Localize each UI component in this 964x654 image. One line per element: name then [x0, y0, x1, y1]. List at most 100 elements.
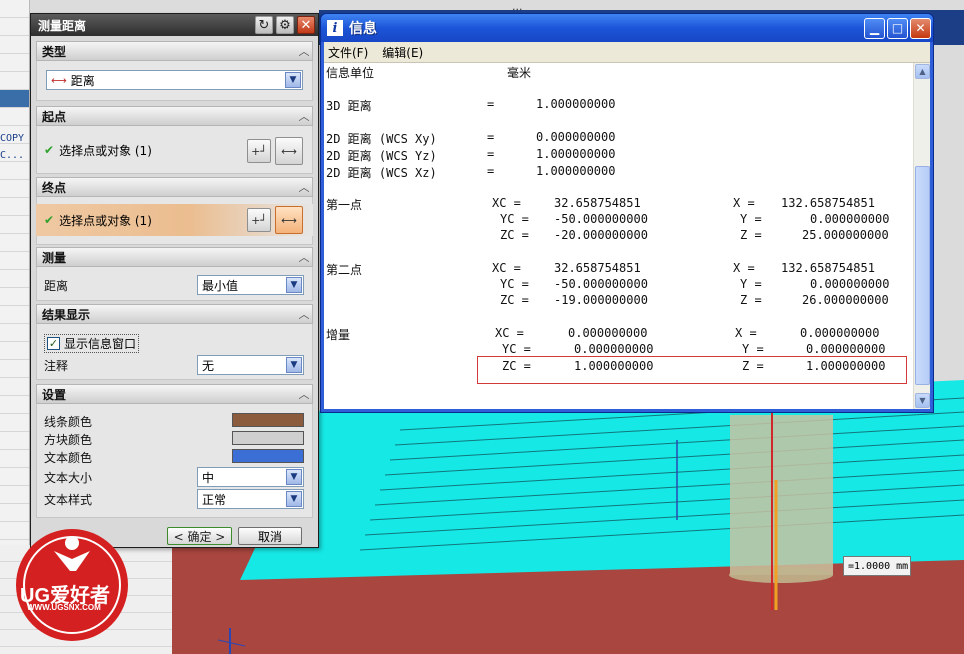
- section-measure-header[interactable]: 测量 ︿: [36, 247, 313, 267]
- point-dialog-icon[interactable]: +┘: [247, 208, 271, 232]
- block-color-swatch[interactable]: [232, 431, 304, 445]
- menu-file[interactable]: 文件(F): [328, 44, 368, 61]
- section-settings-title: 设置: [42, 387, 67, 402]
- section-start-title: 起点: [42, 109, 67, 124]
- close-icon[interactable]: ✕: [297, 16, 315, 34]
- info-unit-label: 信息单位: [326, 66, 375, 80]
- scroll-down-icon[interactable]: ▼: [915, 393, 930, 408]
- info-title: 信息: [349, 21, 377, 37]
- collapse-icon[interactable]: ︿: [296, 306, 312, 322]
- coord-key: YC =: [502, 342, 531, 356]
- info-text-area[interactable]: 信息单位 毫米 3D 距离 = 1.000000000 2D 距离 (WCS X…: [324, 63, 930, 409]
- measure-mode-select[interactable]: 最小值 ▼: [197, 275, 304, 295]
- text-style-select[interactable]: 正常 ▼: [197, 489, 304, 509]
- chevron-down-icon[interactable]: ▼: [285, 72, 301, 88]
- coord-value: -20.000000000: [554, 228, 648, 242]
- dialog-titlebar[interactable]: 测量距离 ↻ ⚙ ✕: [31, 14, 318, 36]
- coord-key: ZC =: [500, 293, 529, 307]
- section-result-title: 结果显示: [42, 307, 91, 322]
- point-snap-icon[interactable]: ⟷: [275, 137, 303, 165]
- scroll-up-icon[interactable]: ▲: [915, 64, 930, 79]
- highlight-box: [477, 356, 907, 384]
- info-scrollbar[interactable]: ▲ ▼: [913, 63, 930, 409]
- collapse-icon[interactable]: ︿: [296, 179, 312, 195]
- end-point-selector[interactable]: ✔ 选择点或对象 (1): [36, 204, 313, 236]
- coord-key: Y =: [742, 342, 764, 356]
- ok-button[interactable]: < 确定 >: [167, 527, 232, 545]
- section-type-header[interactable]: 类型 ︿: [36, 41, 313, 61]
- type-select[interactable]: ⟷ 距离 ▼: [46, 70, 303, 90]
- coord-value: 0.000000000: [810, 212, 890, 226]
- point-dialog-icon[interactable]: +┘: [247, 139, 271, 163]
- measure-distance-dialog: 测量距离 ↻ ⚙ ✕ 类型 ︿ ⟷ 距离 ▼ 起点 ︿ ✔ 选择点或对象 (1)…: [30, 13, 319, 548]
- collapse-icon[interactable]: ︿: [296, 108, 312, 124]
- coord-value: 32.658754851: [554, 196, 641, 210]
- dist-2d-xy-value: 0.000000000: [536, 130, 616, 144]
- coord-value: 0.000000000: [810, 277, 890, 291]
- checkbox-icon[interactable]: ✓: [47, 337, 60, 350]
- info-unit-value: 毫米: [507, 66, 532, 80]
- coord-key: YC =: [500, 277, 529, 291]
- cancel-button[interactable]: 取消: [238, 527, 302, 545]
- chevron-down-icon[interactable]: ▼: [286, 469, 302, 485]
- chevron-down-icon[interactable]: ▼: [286, 491, 302, 507]
- close-icon[interactable]: ✕: [910, 17, 931, 39]
- point-snap-icon[interactable]: ⟷: [275, 206, 303, 234]
- coord-value: 25.000000000: [802, 228, 889, 242]
- line-color-swatch[interactable]: [232, 413, 304, 427]
- info-titlebar[interactable]: i 信息 ▁ □ ✕: [321, 14, 933, 42]
- first-point-title: 第一点: [326, 198, 363, 212]
- coord-key: YC =: [500, 212, 529, 226]
- minimize-icon[interactable]: ▁: [864, 17, 885, 39]
- coord-value: 0.000000000: [800, 326, 880, 340]
- text-style-label: 文本样式: [44, 493, 93, 507]
- chevron-down-icon[interactable]: ▼: [286, 357, 302, 373]
- delta-title: 增量: [326, 328, 351, 342]
- section-result-header[interactable]: 结果显示 ︿: [36, 304, 313, 324]
- measure-distance-label: 距离: [44, 279, 69, 293]
- coord-key: ZC =: [500, 228, 529, 242]
- coord-key: Y =: [740, 212, 762, 226]
- section-settings-header[interactable]: 设置 ︿: [36, 384, 313, 404]
- line-color-label: 线条颜色: [44, 415, 93, 429]
- dist-2d-yz-eq: =: [487, 147, 495, 161]
- type-select-value: 距离: [70, 73, 95, 88]
- collapse-icon[interactable]: ︿: [296, 249, 312, 265]
- coord-key: Y =: [740, 277, 762, 291]
- info-menubar: 文件(F) 编辑(E): [324, 42, 930, 63]
- gear-icon[interactable]: ⚙: [276, 16, 294, 34]
- second-point-title: 第二点: [326, 263, 363, 277]
- menu-edit[interactable]: 编辑(E): [382, 44, 423, 61]
- window-title-fragment: ...: [512, 0, 523, 13]
- start-point-selector[interactable]: ✔ 选择点或对象 (1): [36, 134, 313, 166]
- maximize-icon[interactable]: □: [887, 17, 908, 39]
- coord-key: X =: [733, 261, 755, 275]
- reset-icon[interactable]: ↻: [255, 16, 273, 34]
- measure-mode-value: 最小值: [202, 278, 239, 293]
- coord-value: 132.658754851: [781, 196, 875, 210]
- collapse-icon[interactable]: ︿: [296, 386, 312, 402]
- coord-value: -50.000000000: [554, 277, 648, 291]
- dialog-title: 测量距离: [38, 18, 87, 33]
- scroll-thumb[interactable]: [915, 166, 930, 385]
- text-color-swatch[interactable]: [232, 449, 304, 463]
- show-info-window-label: 显示信息窗口: [64, 337, 137, 351]
- text-color-label: 文本颜色: [44, 451, 93, 465]
- end-point-label: 选择点或对象 (1): [59, 213, 152, 228]
- section-start-header[interactable]: 起点 ︿: [36, 106, 313, 126]
- coord-value: 0.000000000: [568, 326, 648, 340]
- section-end-header[interactable]: 终点 ︿: [36, 177, 313, 197]
- coord-key: XC =: [495, 326, 524, 340]
- annotation-select[interactable]: 无 ▼: [197, 355, 304, 375]
- dist-2d-xz-label: 2D 距离 (WCS Xz): [326, 166, 437, 180]
- text-size-select[interactable]: 中 ▼: [197, 467, 304, 487]
- coord-key: Z =: [740, 228, 762, 242]
- collapse-icon[interactable]: ︿: [296, 43, 312, 59]
- coord-key: X =: [735, 326, 757, 340]
- coord-value: 0.000000000: [806, 342, 886, 356]
- show-info-window-checkbox[interactable]: ✓ 显示信息窗口: [44, 334, 140, 353]
- distance-type-icon: ⟷: [51, 73, 67, 87]
- chevron-down-icon[interactable]: ▼: [286, 277, 302, 293]
- dist-3d-label: 3D 距离: [326, 99, 372, 113]
- start-point-label: 选择点或对象 (1): [59, 143, 152, 158]
